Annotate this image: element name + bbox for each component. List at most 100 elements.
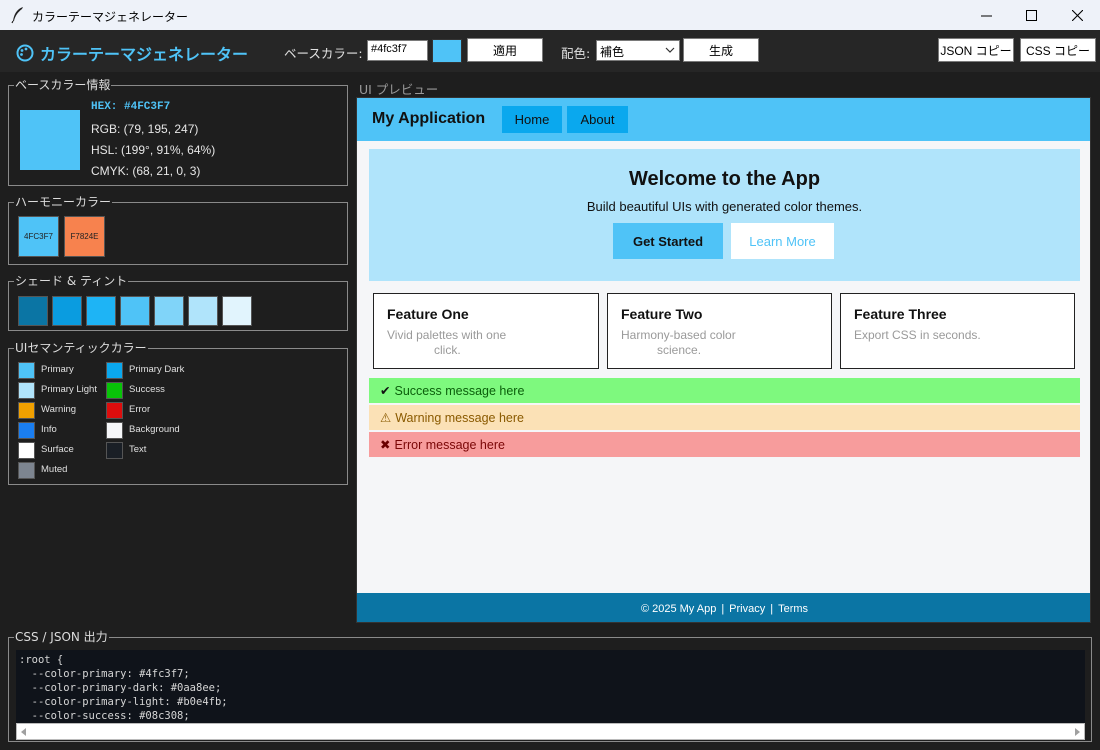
semantic-title: UIセマンティックカラー	[14, 340, 148, 356]
semantic-swatch-error	[106, 402, 123, 419]
semantic-label: Primary Dark	[129, 364, 185, 375]
feature-card-title: Feature Two	[621, 306, 703, 322]
feature-card-title: Feature Three	[854, 306, 947, 322]
semantic-label: Info	[41, 424, 57, 435]
preview-label: UI プレビュー	[359, 82, 439, 97]
success-alert-text: Success message here	[394, 383, 525, 398]
json-copy-button[interactable]: JSON コピー	[938, 38, 1014, 62]
semantic-label: Warning	[41, 404, 77, 415]
shade-swatch[interactable]	[120, 296, 150, 326]
app-title: カラーテーマジェネレーター	[16, 41, 248, 65]
base-color-label: ベースカラー:	[284, 46, 363, 61]
scroll-right-icon[interactable]	[1073, 728, 1081, 736]
error-alert: ✖ Error message here	[369, 432, 1080, 457]
shade-swatch[interactable]	[188, 296, 218, 326]
feature-card-desc-line: click.	[434, 343, 461, 357]
shade-swatch[interactable]	[222, 296, 252, 326]
scheme-select[interactable]: 補色	[596, 40, 680, 61]
shade-swatch[interactable]	[86, 296, 116, 326]
apply-button[interactable]: 適用	[467, 38, 543, 62]
generate-button[interactable]: 生成	[683, 38, 759, 62]
feature-card: Feature Two Harmony-based color science.	[607, 293, 832, 369]
feature-card: Feature One Vivid palettes with one clic…	[373, 293, 599, 369]
feature-card-desc-line: science.	[657, 343, 702, 357]
base-color-preview	[20, 110, 80, 170]
toolbar: カラーテーマジェネレーター ベースカラー: #4fc3f7 適用 配色: 補色 …	[0, 30, 1100, 72]
feature-card-desc-line: Harmony-based color	[621, 328, 736, 342]
window-title: カラーテーマジェネレーター	[32, 10, 189, 24]
semantic-swatch-muted	[18, 462, 35, 479]
semantic-label: Success	[129, 384, 165, 395]
warning-alert-text: Warning message here	[395, 410, 524, 425]
check-icon: ✔	[380, 384, 391, 398]
harmony-title: ハーモニーカラー	[14, 194, 113, 210]
semantic-label: Surface	[41, 444, 74, 455]
error-alert-text: Error message here	[394, 437, 505, 452]
shades-group: シェード & ティント	[8, 273, 348, 331]
scheme-label: 配色:	[561, 46, 591, 61]
warning-icon: ⚠	[380, 411, 392, 425]
cmyk-value: CMYK: (68, 21, 0, 3)	[91, 164, 201, 178]
semantic-label: Error	[129, 404, 151, 415]
harmony-swatch[interactable]: 4FC3F7	[18, 216, 59, 257]
feature-card-desc-line: Vivid palettes with one	[387, 328, 507, 342]
maximize-button[interactable]	[1008, 0, 1054, 30]
semantic-swatch-background	[106, 422, 123, 439]
feature-card-desc: Export CSS in seconds.	[854, 328, 981, 343]
rgb-value: RGB: (79, 195, 247)	[91, 122, 199, 136]
preview-nav-about[interactable]: About	[567, 106, 628, 133]
feature-card: Feature Three Export CSS in seconds.	[840, 293, 1075, 369]
footer-privacy-link[interactable]: Privacy	[729, 603, 765, 615]
semantic-swatch-primary-dark	[106, 362, 123, 379]
success-alert: ✔ Success message here	[369, 378, 1080, 403]
base-color-swatch[interactable]	[432, 39, 462, 63]
preview-hero: Welcome to the App Build beautiful UIs w…	[369, 149, 1080, 281]
close-button[interactable]	[1054, 0, 1100, 30]
hero-title: Welcome to the App	[628, 168, 821, 190]
scheme-select-value: 補色	[600, 45, 625, 59]
output-group: CSS / JSON 出力 :root { --color-primary: #…	[8, 629, 1092, 742]
harmony-group: ハーモニーカラー 4FC3F7 F7824E	[8, 194, 348, 265]
css-copy-button[interactable]: CSS コピー	[1020, 38, 1096, 62]
maximize-icon	[1025, 9, 1037, 21]
base-color-input[interactable]: #4fc3f7	[367, 40, 428, 61]
shade-swatch[interactable]	[52, 296, 82, 326]
semantic-swatch-primary-light	[18, 382, 35, 399]
semantic-label: Primary Light	[41, 384, 97, 395]
ui-preview: My Application Home About Welcome to the…	[356, 97, 1091, 623]
preview-nav-home[interactable]: Home	[502, 106, 562, 133]
semantic-label: Primary	[41, 364, 74, 375]
hsl-value: HSL: (199°, 91%, 64%)	[91, 143, 216, 157]
footer-copyright: © 2025 My App	[640, 602, 717, 615]
scroll-left-icon[interactable]	[20, 728, 28, 736]
preview-navbar: My Application Home About	[357, 98, 1090, 141]
css-output-text[interactable]: :root { --color-primary: #4fc3f7; --colo…	[16, 650, 1085, 723]
minimize-button[interactable]	[963, 0, 1009, 30]
semantic-swatch-info	[18, 422, 35, 439]
cross-icon: ✖	[380, 438, 391, 452]
palette-icon	[16, 44, 34, 62]
harmony-swatch[interactable]: F7824E	[64, 216, 105, 257]
shades-title: シェード & ティント	[14, 273, 129, 289]
semantic-label: Background	[129, 424, 180, 435]
warning-alert: ⚠ Warning message here	[369, 405, 1080, 430]
preview-brand: My Application	[372, 110, 486, 127]
output-title: CSS / JSON 出力	[14, 629, 109, 645]
base-info-group: ベースカラー情報 HEX: #4FC3F7 RGB: (79, 195, 247…	[8, 77, 348, 186]
shade-swatch[interactable]	[18, 296, 48, 326]
footer-separator: |	[721, 602, 725, 615]
close-icon	[1071, 9, 1083, 21]
feather-icon	[11, 7, 23, 24]
semantic-swatch-warning	[18, 402, 35, 419]
feature-card-desc-line: Export CSS in seconds.	[854, 328, 981, 342]
learn-more-button[interactable]: Learn More	[731, 223, 834, 259]
minimize-icon	[980, 15, 992, 16]
get-started-button[interactable]: Get Started	[613, 223, 723, 259]
chevron-down-icon	[665, 47, 675, 53]
horizontal-scrollbar[interactable]	[16, 723, 1085, 740]
semantic-swatch-primary	[18, 362, 35, 379]
semantic-label: Muted	[41, 464, 68, 475]
semantic-label: Text	[129, 444, 147, 455]
shade-swatch[interactable]	[154, 296, 184, 326]
footer-terms-link[interactable]: Terms	[778, 603, 808, 615]
